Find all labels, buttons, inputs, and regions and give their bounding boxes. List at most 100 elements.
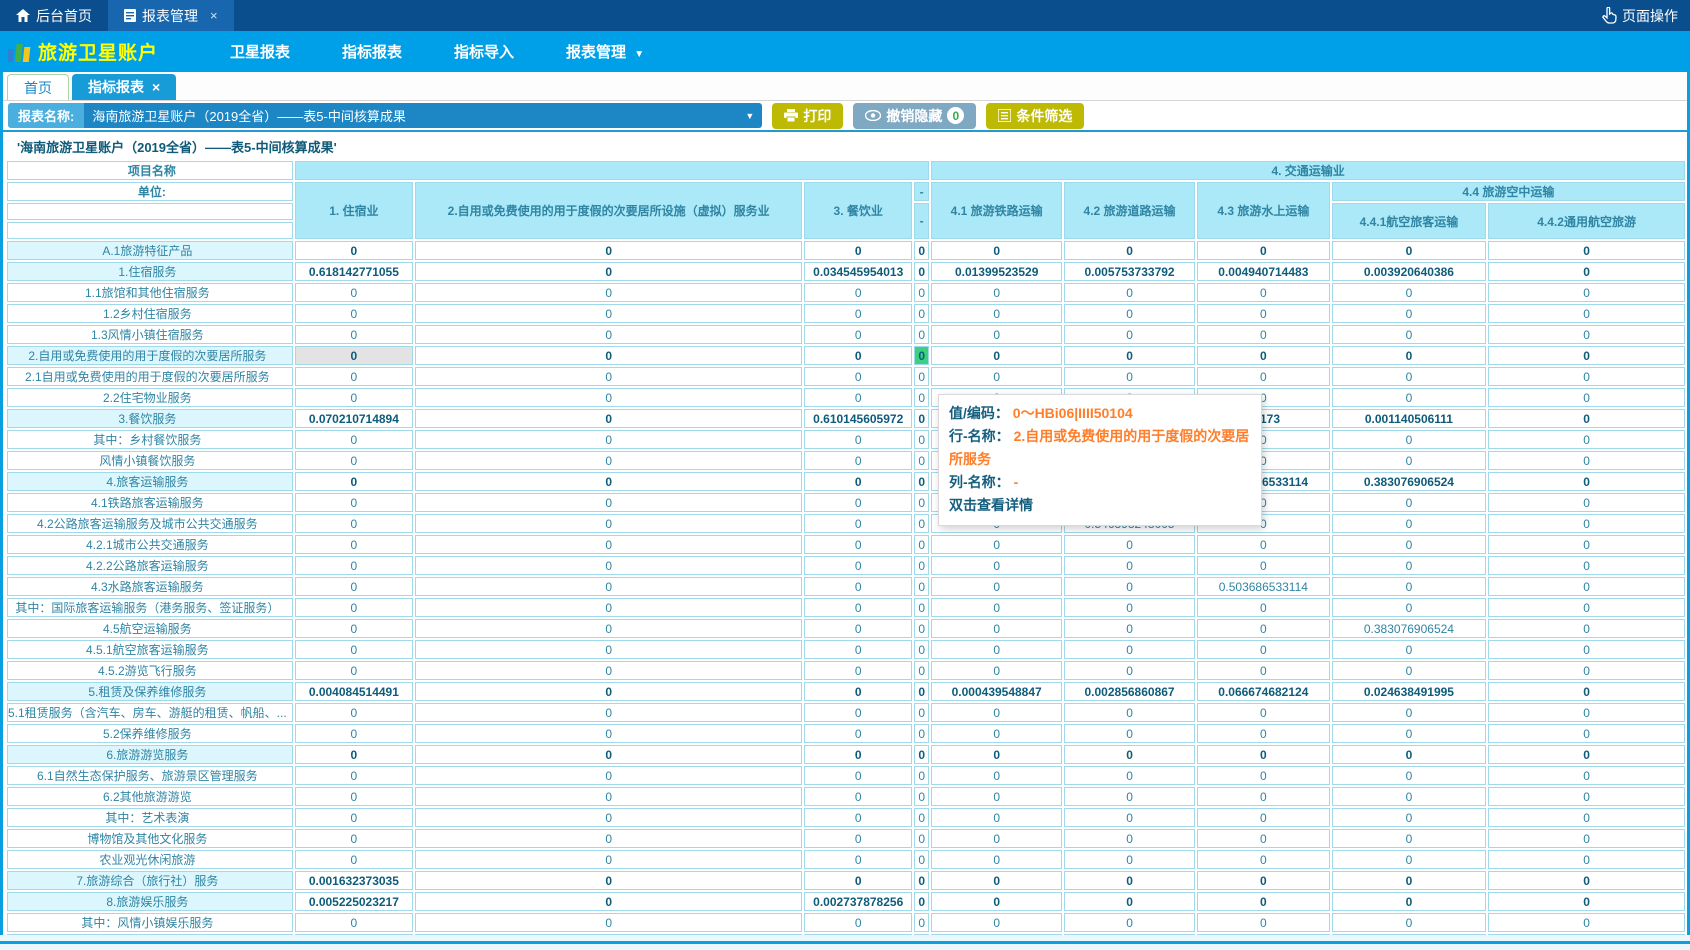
data-cell[interactable]: 0 bbox=[1197, 325, 1330, 344]
data-cell[interactable]: 0 bbox=[804, 766, 912, 785]
data-cell[interactable]: 0 bbox=[415, 724, 802, 743]
data-cell[interactable]: 0 bbox=[415, 640, 802, 659]
data-cell[interactable]: 0 bbox=[1064, 703, 1195, 722]
data-cell[interactable]: 0.066674682124 bbox=[1197, 682, 1330, 701]
data-cell[interactable]: 0 bbox=[415, 388, 802, 407]
data-cell[interactable]: 0 bbox=[931, 745, 1062, 764]
data-cell[interactable]: 0 bbox=[1064, 913, 1195, 932]
data-cell[interactable]: 0 bbox=[1197, 304, 1330, 323]
data-cell[interactable]: 0 bbox=[1064, 304, 1195, 323]
data-cell[interactable]: 0 bbox=[931, 808, 1062, 827]
data-cell[interactable]: 0 bbox=[1332, 598, 1487, 617]
data-cell[interactable]: 0 bbox=[1197, 241, 1330, 260]
data-cell[interactable]: 0 bbox=[415, 535, 802, 554]
data-cell[interactable]: 0.000439548847 bbox=[931, 682, 1062, 701]
data-cell[interactable]: 0 bbox=[804, 703, 912, 722]
data-cell[interactable]: 0 bbox=[415, 766, 802, 785]
data-cell[interactable]: 0 bbox=[931, 766, 1062, 785]
data-cell[interactable]: 0 bbox=[1332, 451, 1487, 470]
data-cell[interactable]: 0 bbox=[295, 241, 413, 260]
data-cell[interactable]: 0 bbox=[295, 829, 413, 848]
data-cell[interactable]: 0 bbox=[415, 829, 802, 848]
data-cell[interactable]: 0 bbox=[1488, 367, 1685, 386]
data-cell[interactable]: 0 bbox=[415, 892, 802, 911]
data-cell[interactable]: 0 bbox=[931, 367, 1062, 386]
data-cell[interactable]: 0 bbox=[1064, 535, 1195, 554]
data-cell[interactable]: 0.0026367709 bbox=[295, 934, 413, 935]
data-cell[interactable]: 0 bbox=[295, 808, 413, 827]
data-cell[interactable]: 0.034545954013 bbox=[804, 262, 912, 281]
data-cell[interactable]: 0 bbox=[931, 325, 1062, 344]
data-cell[interactable]: 0.005225023217 bbox=[295, 892, 413, 911]
data-cell[interactable]: 0 bbox=[804, 598, 912, 617]
data-cell[interactable]: 0 bbox=[1332, 808, 1487, 827]
data-cell[interactable]: 0 bbox=[295, 388, 413, 407]
data-cell[interactable]: 0 bbox=[1197, 745, 1330, 764]
data-cell[interactable]: 0 bbox=[804, 724, 912, 743]
data-cell[interactable]: 0 bbox=[1488, 682, 1685, 701]
data-cell[interactable]: 0 bbox=[804, 325, 912, 344]
data-cell[interactable]: 0 bbox=[1197, 892, 1330, 911]
data-cell[interactable]: 0 bbox=[1197, 850, 1330, 869]
data-cell[interactable]: 0 bbox=[415, 577, 802, 596]
data-cell[interactable]: 0 bbox=[1197, 598, 1330, 617]
data-cell[interactable]: 0 bbox=[804, 430, 912, 449]
data-cell[interactable]: 0.01399523529 bbox=[931, 262, 1062, 281]
data-cell[interactable]: 0 bbox=[804, 619, 912, 638]
data-cell[interactable]: 0 bbox=[1064, 766, 1195, 785]
data-cell[interactable]: 0 bbox=[931, 619, 1062, 638]
data-cell[interactable]: 0 bbox=[1488, 934, 1685, 935]
data-cell[interactable]: 0 bbox=[1332, 913, 1487, 932]
data-cell[interactable]: 0 bbox=[415, 262, 802, 281]
data-cell[interactable]: 0 bbox=[295, 913, 413, 932]
data-cell[interactable]: 0 bbox=[931, 934, 1062, 935]
data-cell[interactable]: 0 bbox=[804, 787, 912, 806]
data-cell[interactable]: 0 bbox=[1488, 472, 1685, 491]
data-cell[interactable]: 0 bbox=[1332, 514, 1487, 533]
data-cell[interactable]: 0 bbox=[804, 682, 912, 701]
data-cell[interactable]: 0 bbox=[914, 787, 929, 806]
data-cell[interactable]: 0 bbox=[415, 325, 802, 344]
data-cell[interactable]: 0 bbox=[295, 598, 413, 617]
data-cell[interactable]: 0 bbox=[804, 451, 912, 470]
data-cell[interactable]: 0 bbox=[415, 493, 802, 512]
data-cell[interactable]: 0 bbox=[804, 556, 912, 575]
unhide-button[interactable]: 撤销隐藏 0 bbox=[853, 103, 976, 129]
data-cell[interactable]: 0 bbox=[1064, 241, 1195, 260]
data-cell[interactable]: 0 bbox=[1197, 934, 1330, 935]
data-cell[interactable]: 0 bbox=[931, 346, 1062, 365]
data-cell[interactable]: 0 bbox=[914, 682, 929, 701]
data-cell[interactable]: 0 bbox=[931, 913, 1062, 932]
data-cell[interactable]: 0 bbox=[1064, 556, 1195, 575]
data-cell[interactable]: 0 bbox=[914, 241, 929, 260]
data-cell[interactable]: 0 bbox=[1488, 892, 1685, 911]
data-cell[interactable]: 0 bbox=[931, 598, 1062, 617]
data-cell[interactable]: 0 bbox=[1197, 619, 1330, 638]
data-cell[interactable]: 0 bbox=[295, 514, 413, 533]
data-cell[interactable]: 0 bbox=[1064, 577, 1195, 596]
data-cell[interactable]: 0 bbox=[1488, 766, 1685, 785]
data-cell[interactable]: 0 bbox=[914, 325, 929, 344]
data-cell[interactable]: 0 bbox=[1332, 556, 1487, 575]
print-button[interactable]: 打印 bbox=[772, 103, 843, 129]
data-cell[interactable]: 0 bbox=[415, 934, 802, 935]
data-cell[interactable]: 0 bbox=[1488, 535, 1685, 554]
data-cell[interactable]: 0 bbox=[1488, 304, 1685, 323]
data-cell[interactable]: 0 bbox=[1064, 619, 1195, 638]
data-cell[interactable]: 0 bbox=[931, 535, 1062, 554]
data-cell[interactable]: 0 bbox=[295, 556, 413, 575]
data-cell[interactable]: 0 bbox=[295, 640, 413, 659]
data-cell[interactable]: 0 bbox=[295, 535, 413, 554]
data-cell[interactable]: 0 bbox=[914, 766, 929, 785]
data-cell[interactable]: 0 bbox=[804, 808, 912, 827]
data-cell[interactable]: 0 bbox=[914, 808, 929, 827]
data-cell[interactable]: 0 bbox=[804, 934, 912, 935]
data-cell[interactable]: 0 bbox=[1332, 871, 1487, 890]
data-cell[interactable]: 0 bbox=[804, 535, 912, 554]
page-operations-button[interactable]: 页面操作 bbox=[1601, 0, 1678, 31]
data-cell[interactable]: 0 bbox=[415, 703, 802, 722]
data-cell[interactable]: 0 bbox=[1332, 577, 1487, 596]
data-cell[interactable]: 0 bbox=[914, 850, 929, 869]
data-cell[interactable]: 0 bbox=[1332, 703, 1487, 722]
data-cell[interactable]: 0 bbox=[415, 661, 802, 680]
